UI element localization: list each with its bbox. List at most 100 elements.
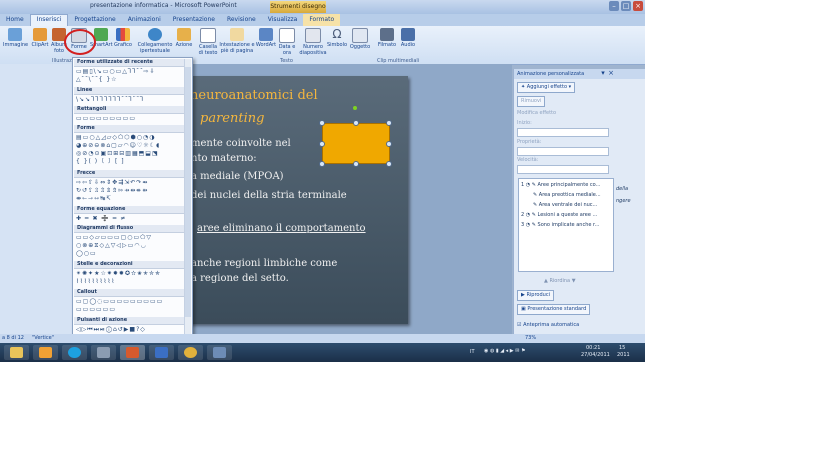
audio-button[interactable]: Audio <box>398 28 418 48</box>
drawing-tools-context[interactable]: Strumenti disegno <box>270 1 326 13</box>
slide-title-line1[interactable]: neuroanatomici del <box>190 88 318 103</box>
reorder-label[interactable]: ▲ Riordina ▼ <box>544 278 576 284</box>
property-select[interactable] <box>517 147 609 156</box>
language-indicator[interactable]: IT <box>470 349 475 355</box>
tab-inserisci[interactable]: Inserisci <box>29 14 69 26</box>
shape-row[interactable]: ▭▤▯\↘▭○▭△⅂⅂⌒⇨⇩ <box>76 68 186 75</box>
resize-handle[interactable] <box>319 161 325 167</box>
tab-revisione[interactable]: Revisione <box>221 14 262 26</box>
list-item[interactable]: 1 ◔ ✎ Aree principalmente co... <box>521 182 600 188</box>
window-icon <box>213 347 226 358</box>
shape-row[interactable]: ◯○▭ <box>76 250 186 257</box>
shape-row[interactable]: { }( )〔 〕[ ] <box>76 158 186 165</box>
play-button[interactable]: ▶ Riproduci <box>517 290 554 301</box>
shape-row[interactable]: ▭▭▭▭▭▭ <box>76 306 186 313</box>
taskbar-skype[interactable] <box>62 345 87 360</box>
shape-row[interactable]: ⇼⇽⇾⇿↹↸ <box>76 195 186 202</box>
slide-text-line[interactable]: nto materno: <box>191 153 257 164</box>
start-select[interactable] <box>517 128 609 137</box>
shape-row[interactable]: ◎⊘◔⊙▣⊡⊞⊟▥▦⬒⬓⬔ <box>76 150 186 157</box>
rotation-handle[interactable] <box>353 106 357 110</box>
date-time-button[interactable]: Data e ora <box>277 28 297 56</box>
clock-date[interactable]: 27/04/2011 <box>581 352 610 358</box>
chart-button[interactable]: Grafico <box>112 28 134 48</box>
shape-row[interactable]: ▤▭○△◿▱◇⬠⬡⬢○◔◑ <box>76 134 186 141</box>
taskbar-chrome[interactable] <box>178 345 203 360</box>
tab-progettazione[interactable]: Progettazione <box>68 14 121 26</box>
resize-handle[interactable] <box>386 120 392 126</box>
slide-text-line[interactable]: anche regioni limbiche come <box>191 258 337 269</box>
shape-row[interactable]: △⌒\⌒{ }☆ <box>76 76 186 83</box>
taskbar-word[interactable] <box>149 345 174 360</box>
maximize-icon[interactable]: □ <box>621 1 631 11</box>
list-item[interactable]: 2 ◔ ✎ Lesioni a queste aree ... <box>521 212 597 218</box>
shape-row[interactable]: ▭▭◇▱▭▭▭▢○▭⬠▽ <box>76 234 186 241</box>
resize-handle[interactable] <box>386 161 392 167</box>
pane-menu-icon[interactable]: ▾ <box>600 69 606 77</box>
shape-row[interactable]: ⇨⇦⇧⇩⇔⇕✥⇶⇲↶↷⇴ <box>76 179 186 186</box>
list-item[interactable]: 3 ◔ ✎ Sono implicate anche r... <box>521 222 599 228</box>
shape-row[interactable]: ↻↺⇪⇫⇬⇭⇯⇰⇸⇹⇺⇻ <box>76 187 186 194</box>
shape-row[interactable]: ○⊗⊕⧖◇△▽◁▷▭◠◡ <box>76 242 186 249</box>
clipart-button[interactable]: ClipArt <box>29 28 51 48</box>
shape-row[interactable]: ◕⊕⊘⊖⊗⌂▢▱◠☺♡☼☾◖ <box>76 142 186 149</box>
list-item[interactable]: ✎ Area preottica mediale... <box>533 192 601 198</box>
tab-formato[interactable]: Formato <box>303 14 341 26</box>
header-footer-button[interactable]: Intestazione e piè di pagina <box>219 28 255 54</box>
clock-time[interactable]: 00:21 <box>586 345 600 351</box>
taskbar-powerpoint[interactable] <box>120 345 145 360</box>
pane-close-icon[interactable]: × <box>608 69 614 77</box>
resize-handle[interactable] <box>353 161 359 167</box>
shape-row[interactable]: ⌇⌇⌇⌇⌇⌇⌇⌇⌇⌇ <box>76 278 186 285</box>
resize-handle[interactable] <box>386 141 392 147</box>
autopreview-checkbox[interactable]: ☑ Anteprima automatica <box>517 322 579 328</box>
remove-effect-button[interactable]: Rimuovi <box>517 96 546 107</box>
tab-visualizza[interactable]: Visualizza <box>262 14 304 26</box>
tab-presentazione[interactable]: Presentazione <box>167 14 221 26</box>
picture-button[interactable]: Immagine <box>3 28 28 48</box>
slide-text-line[interactable]: a mediale (MPOA) <box>191 171 284 182</box>
slide-text-line[interactable]: mente coinvolte nel <box>191 138 291 149</box>
shape-row[interactable]: ✚ ━ ✖ ➗ ═ ≠ <box>76 215 186 222</box>
resize-handle[interactable] <box>353 120 359 126</box>
taskbar-app2[interactable] <box>207 345 232 360</box>
gallery-scrollbar[interactable] <box>184 59 191 335</box>
shape-row[interactable]: ▭▢◯◌▭▭▭▭▭▭▭▭▭ <box>76 298 186 305</box>
movie-button[interactable]: Filmato <box>376 28 398 48</box>
resize-handle[interactable] <box>319 141 325 147</box>
slide-text-line[interactable]: a regione del setto. <box>191 273 289 284</box>
orange-rectangle-shape[interactable] <box>322 123 390 164</box>
close-icon[interactable]: × <box>633 1 643 11</box>
tray-icons[interactable]: ◉ ◍ ▮ ◢ ◂ ▶ ✉ ⚑ <box>484 348 525 354</box>
tab-home[interactable]: Home <box>0 14 30 26</box>
list-item[interactable]: ✎ Area ventrale dei nuc... <box>533 202 597 208</box>
add-effect-button[interactable]: ✦ Aggiungi effetto ▾ <box>517 82 576 93</box>
zoom-level[interactable]: 73% <box>525 334 536 343</box>
shape-row[interactable]: ✴✺✦★☆✷✸✹✪✫✬✭✮✯ <box>76 270 186 277</box>
taskbar-app[interactable] <box>91 345 116 360</box>
taskbar-explorer[interactable] <box>4 345 29 360</box>
status-bar: a 8 di 12 "Vertice" 73% <box>0 334 645 343</box>
wordart-button[interactable]: WordArt <box>255 28 277 48</box>
section-callouts: Callout <box>74 289 186 297</box>
textbox-button[interactable]: Casella di testo <box>197 28 219 56</box>
scrollbar-thumb[interactable] <box>185 67 191 317</box>
slide-number-button[interactable]: Numero diapositiva <box>297 28 329 56</box>
shape-row[interactable]: ◁▷⏮⏭⏯ⓘ⌂↺▶■?◇ <box>76 326 186 333</box>
object-button[interactable]: Oggetto <box>348 28 372 50</box>
slideshow-button[interactable]: ▣ Presentazione standard <box>517 304 591 315</box>
resize-handle[interactable] <box>319 120 325 126</box>
symbol-button[interactable]: Ω Simbolo <box>326 28 348 49</box>
action-button[interactable]: Azione <box>174 28 194 48</box>
tab-animazioni[interactable]: Animazioni <box>122 14 167 26</box>
hyperlink-button[interactable]: Collegamento ipertestuale <box>136 28 174 54</box>
slide-text-line[interactable]: aree eliminano il comportamento <box>197 223 366 234</box>
shape-row[interactable]: \↘↘⅂⅂⅂⅂⅂⅂⅂⌒⅂⌒⅂ <box>76 96 186 103</box>
taskbar-media[interactable] <box>33 345 58 360</box>
slide-text-line[interactable]: dei nuclei della stria terminale <box>191 190 347 201</box>
shape-row[interactable]: ▭▭▭▭▭▭▭▭▭ <box>76 115 186 122</box>
section-rectangles: Rettangoli <box>74 106 186 114</box>
slide-title-line2[interactable]: parenting <box>200 111 264 126</box>
minimize-icon[interactable]: – <box>609 1 619 11</box>
speed-select[interactable] <box>517 165 609 174</box>
